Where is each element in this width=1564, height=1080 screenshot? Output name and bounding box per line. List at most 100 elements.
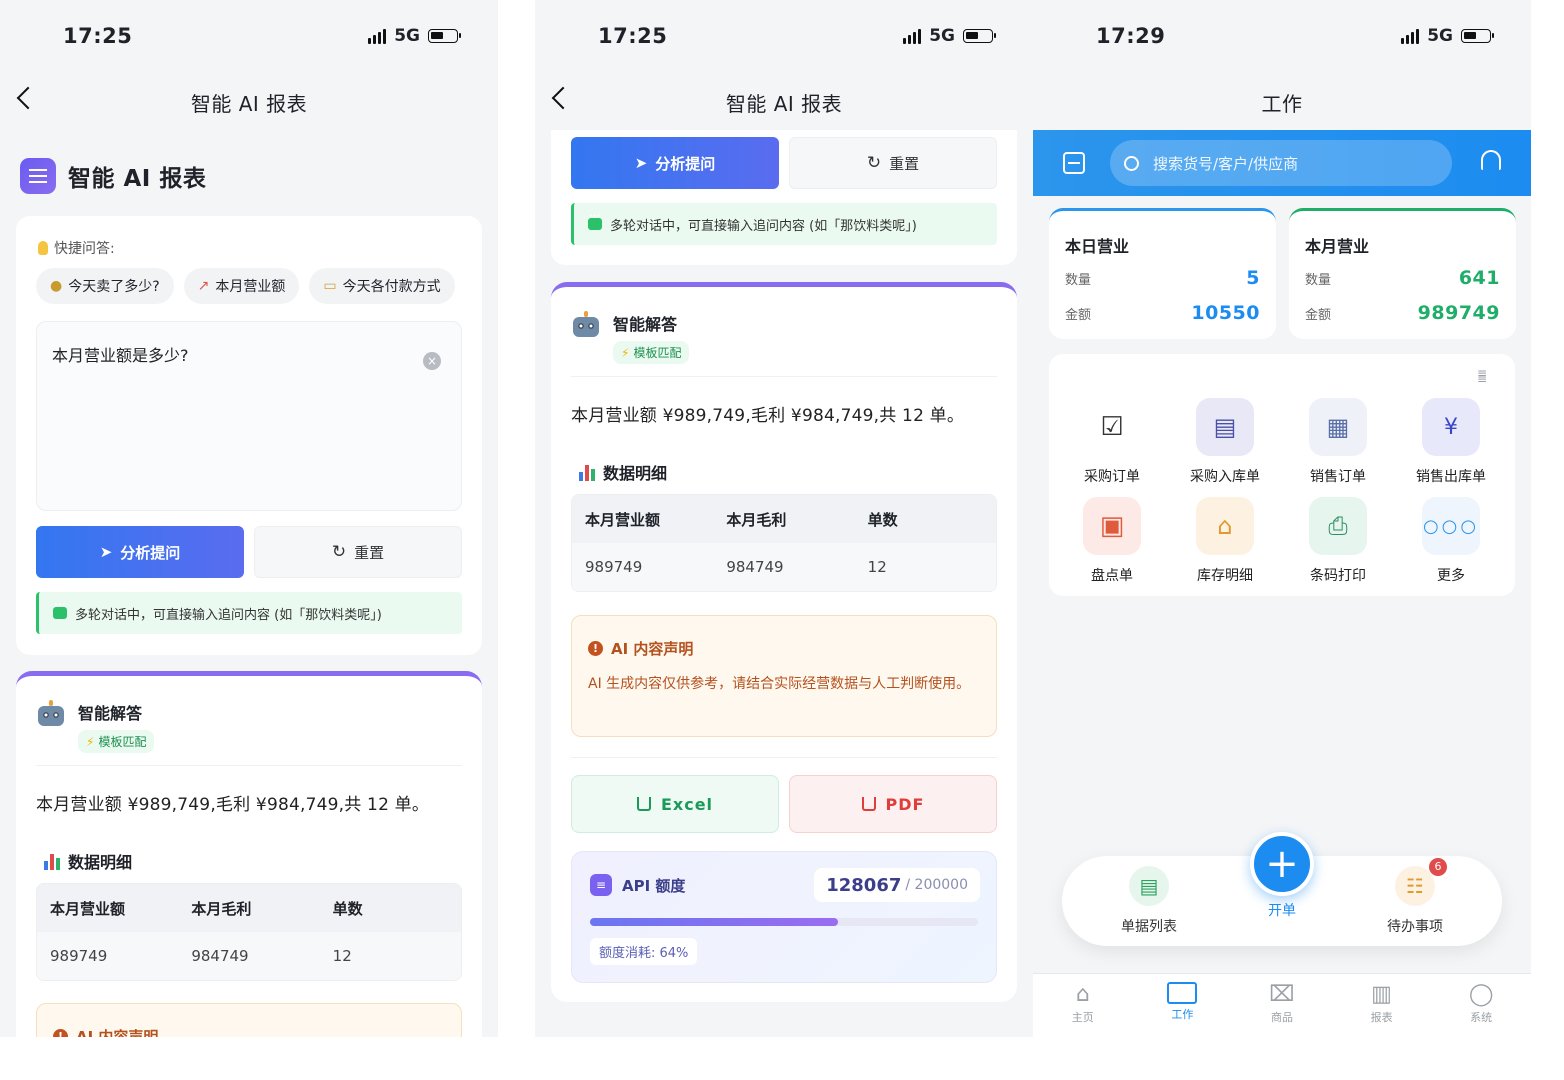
search-input[interactable]: 搜索货号/客户/供应商 [1110, 140, 1452, 186]
quick-item[interactable]: ● 今天卖了多少? [36, 268, 174, 304]
grid-item-sales-outbound[interactable]: ¥ 销售出库单 [1401, 398, 1501, 486]
document-yen-icon: ¥ [1422, 398, 1480, 456]
reset-button[interactable]: ↻ 重置 [789, 137, 997, 189]
grid-item-purchase-inbound[interactable]: ▤ 采购入库单 [1175, 398, 1275, 486]
more-dots-icon: ○○○ [1422, 497, 1480, 555]
api-title: API 额度 [622, 876, 686, 895]
status-bar: 17:25 5G [535, 0, 1033, 72]
table-header-cell: 本月营业额 [585, 510, 661, 529]
page-title: 智能 AI 报表 [68, 166, 207, 192]
nav-bar: 智能 AI 报表 [535, 72, 1033, 130]
quick-label-row: 快捷问答: [38, 238, 115, 258]
report-icon: ▥ [1371, 982, 1392, 1007]
status-bar: 17:29 5G [1033, 0, 1531, 72]
quick-dock: ▤ 单据列表 + 开单 ☷ 6 待办事项 [1062, 832, 1502, 946]
grid-item-purchase-order[interactable]: ☑ 采购订单 [1062, 398, 1162, 486]
quick-item[interactable]: ↗ 本月营业额 [183, 268, 300, 304]
todo-badge: 6 [1429, 858, 1447, 876]
download-icon [636, 797, 651, 811]
answer-card: 智能解答 ⚡ 模板匹配 本月营业额 ¥989,749,毛利 ¥984,749,共 … [551, 282, 1017, 1002]
grid-item-more[interactable]: ○○○ 更多 [1401, 497, 1501, 585]
todo-icon: ☷ [1395, 866, 1435, 906]
signal-icon [1401, 28, 1420, 44]
network-label: 5G [1427, 26, 1453, 46]
sliders-icon: ≡ [590, 874, 612, 896]
tab-goods[interactable]: ⌧ 商品 [1232, 974, 1332, 1037]
analyze-button[interactable]: ➤ 分析提问 [571, 137, 779, 189]
nav-title: 智能 AI 报表 [725, 92, 843, 116]
robot-icon [571, 311, 601, 341]
status-time: 17:25 [63, 24, 133, 48]
battery-icon [1461, 29, 1494, 43]
api-title-row: ≡ API 额度 [590, 874, 685, 896]
answer-summary: 本月营业额 ¥989,749,毛利 ¥984,749,共 12 单。 [36, 795, 430, 815]
card-icon: ▭ [323, 278, 337, 294]
network-label: 5G [394, 26, 420, 46]
detail-table: 本月营业额 本月毛利 单数 989749 984749 12 [36, 883, 462, 981]
reset-button[interactable]: ↻ 重置 [254, 526, 462, 578]
tab-reports[interactable]: ▥ 报表 [1332, 974, 1432, 1037]
printer-icon: ⎙ [1309, 497, 1367, 555]
document-inbound-icon: ▤ [1196, 398, 1254, 456]
bar-chart-icon [44, 852, 60, 870]
table-cell: 12 [332, 947, 352, 965]
doc-list-icon: ▤ [1129, 866, 1169, 906]
grid-item-inventory-detail[interactable]: ⌂ 库存明细 [1175, 497, 1275, 585]
table-row: 989749 984749 12 [572, 543, 996, 591]
divider [571, 757, 997, 758]
info-icon: ! [588, 641, 603, 656]
month-stats-card[interactable]: 本月营业 数量 641 金额 989749 [1289, 208, 1516, 339]
status-bar: 17:25 5G [0, 0, 498, 72]
quota-progress-fill [590, 918, 839, 926]
answer-summary: 本月营业额 ¥989,749,毛利 ¥984,749,共 12 单。 [571, 406, 965, 426]
download-icon [861, 797, 876, 811]
api-usage: 128067 / 200000 [814, 868, 980, 902]
table-cell: 989749 [585, 558, 643, 576]
table-header: 本月营业额 本月毛利 单数 [37, 884, 461, 932]
grid-item-barcode-print[interactable]: ⎙ 条码打印 [1288, 497, 1388, 585]
menu-icon [20, 158, 56, 194]
new-order-button[interactable]: + 开单 [1242, 832, 1322, 920]
divider [36, 765, 462, 766]
query-card: 快捷问答: ● 今天卖了多少? ↗ 本月营业额 ▭ 今天各付款方式 本月营业额是多少?… [16, 216, 482, 655]
status-time: 17:29 [1096, 24, 1166, 48]
today-qty-row: 数量 5 [1065, 267, 1260, 289]
grid-item-sales-order[interactable]: ▦ 销售订单 [1288, 398, 1388, 486]
scan-icon[interactable] [1063, 152, 1085, 174]
today-stats-card[interactable]: 本日营业 数量 5 金额 10550 [1049, 208, 1276, 339]
todo-button[interactable]: ☷ 6 待办事项 [1375, 858, 1455, 936]
table-header-cell: 单数 [867, 510, 898, 529]
answer-title: 智能解答 [78, 704, 143, 723]
grid-item-stocktake[interactable]: ▣ 盘点单 [1062, 497, 1162, 585]
doc-list-button[interactable]: ▤ 单据列表 [1109, 866, 1189, 936]
api-total: / 200000 [905, 877, 968, 893]
clear-icon[interactable]: × [423, 352, 441, 370]
api-consumed: 额度消耗: 64% [590, 938, 698, 965]
tab-home[interactable]: ⌂ 主页 [1033, 974, 1133, 1037]
battery-icon [963, 29, 996, 43]
bell-icon[interactable] [1481, 150, 1501, 170]
monitor-icon [1167, 982, 1198, 1004]
quick-item[interactable]: ▭ 今天各付款方式 [309, 268, 455, 304]
tab-system[interactable]: ◯ 系统 [1431, 974, 1531, 1037]
disclaimer-box: ! AI 内容声明 AI 生成内容仅供参考，请结合实际经营数据与人工判断使用。 [571, 615, 997, 737]
excel-export-button[interactable]: Excel [571, 775, 779, 833]
table-header-cell: 本月营业额 [50, 899, 126, 918]
phone-ai-report-2: 17:25 5G 智能 AI 报表 ➤分析提问 ↻重置 多轮对话中，可直接输入追… [535, 0, 1033, 1037]
tab-work[interactable]: 工作 [1133, 974, 1233, 1037]
detail-title: 数据明细 [603, 464, 668, 483]
refresh-icon: ↻ [331, 542, 347, 562]
analyze-button[interactable]: ➤ 分析提问 [36, 526, 244, 578]
function-grid: ≡ ≡ ☑ 采购订单 ▤ 采购入库单 ▦ 销售订单 ¥ 销售出库单 ▣ 盘点单 ⌂… [1049, 354, 1515, 596]
table-cell: 984749 [726, 558, 784, 576]
disclaimer-header: ! AI 内容声明 [588, 638, 693, 659]
pdf-export-button[interactable]: PDF [789, 775, 997, 833]
api-used: 128067 [826, 874, 902, 896]
chat-icon [53, 600, 67, 619]
grid-settings-icon[interactable]: ≡ ≡ [1477, 367, 1493, 385]
query-textarea[interactable]: 本月营业额是多少? × [36, 321, 462, 511]
answer-title: 智能解答 [613, 315, 678, 334]
refresh-icon: ↻ [866, 153, 882, 173]
template-badge: ⚡ 模板匹配 [613, 341, 690, 364]
detail-title-row: 数据明细 [44, 849, 132, 873]
